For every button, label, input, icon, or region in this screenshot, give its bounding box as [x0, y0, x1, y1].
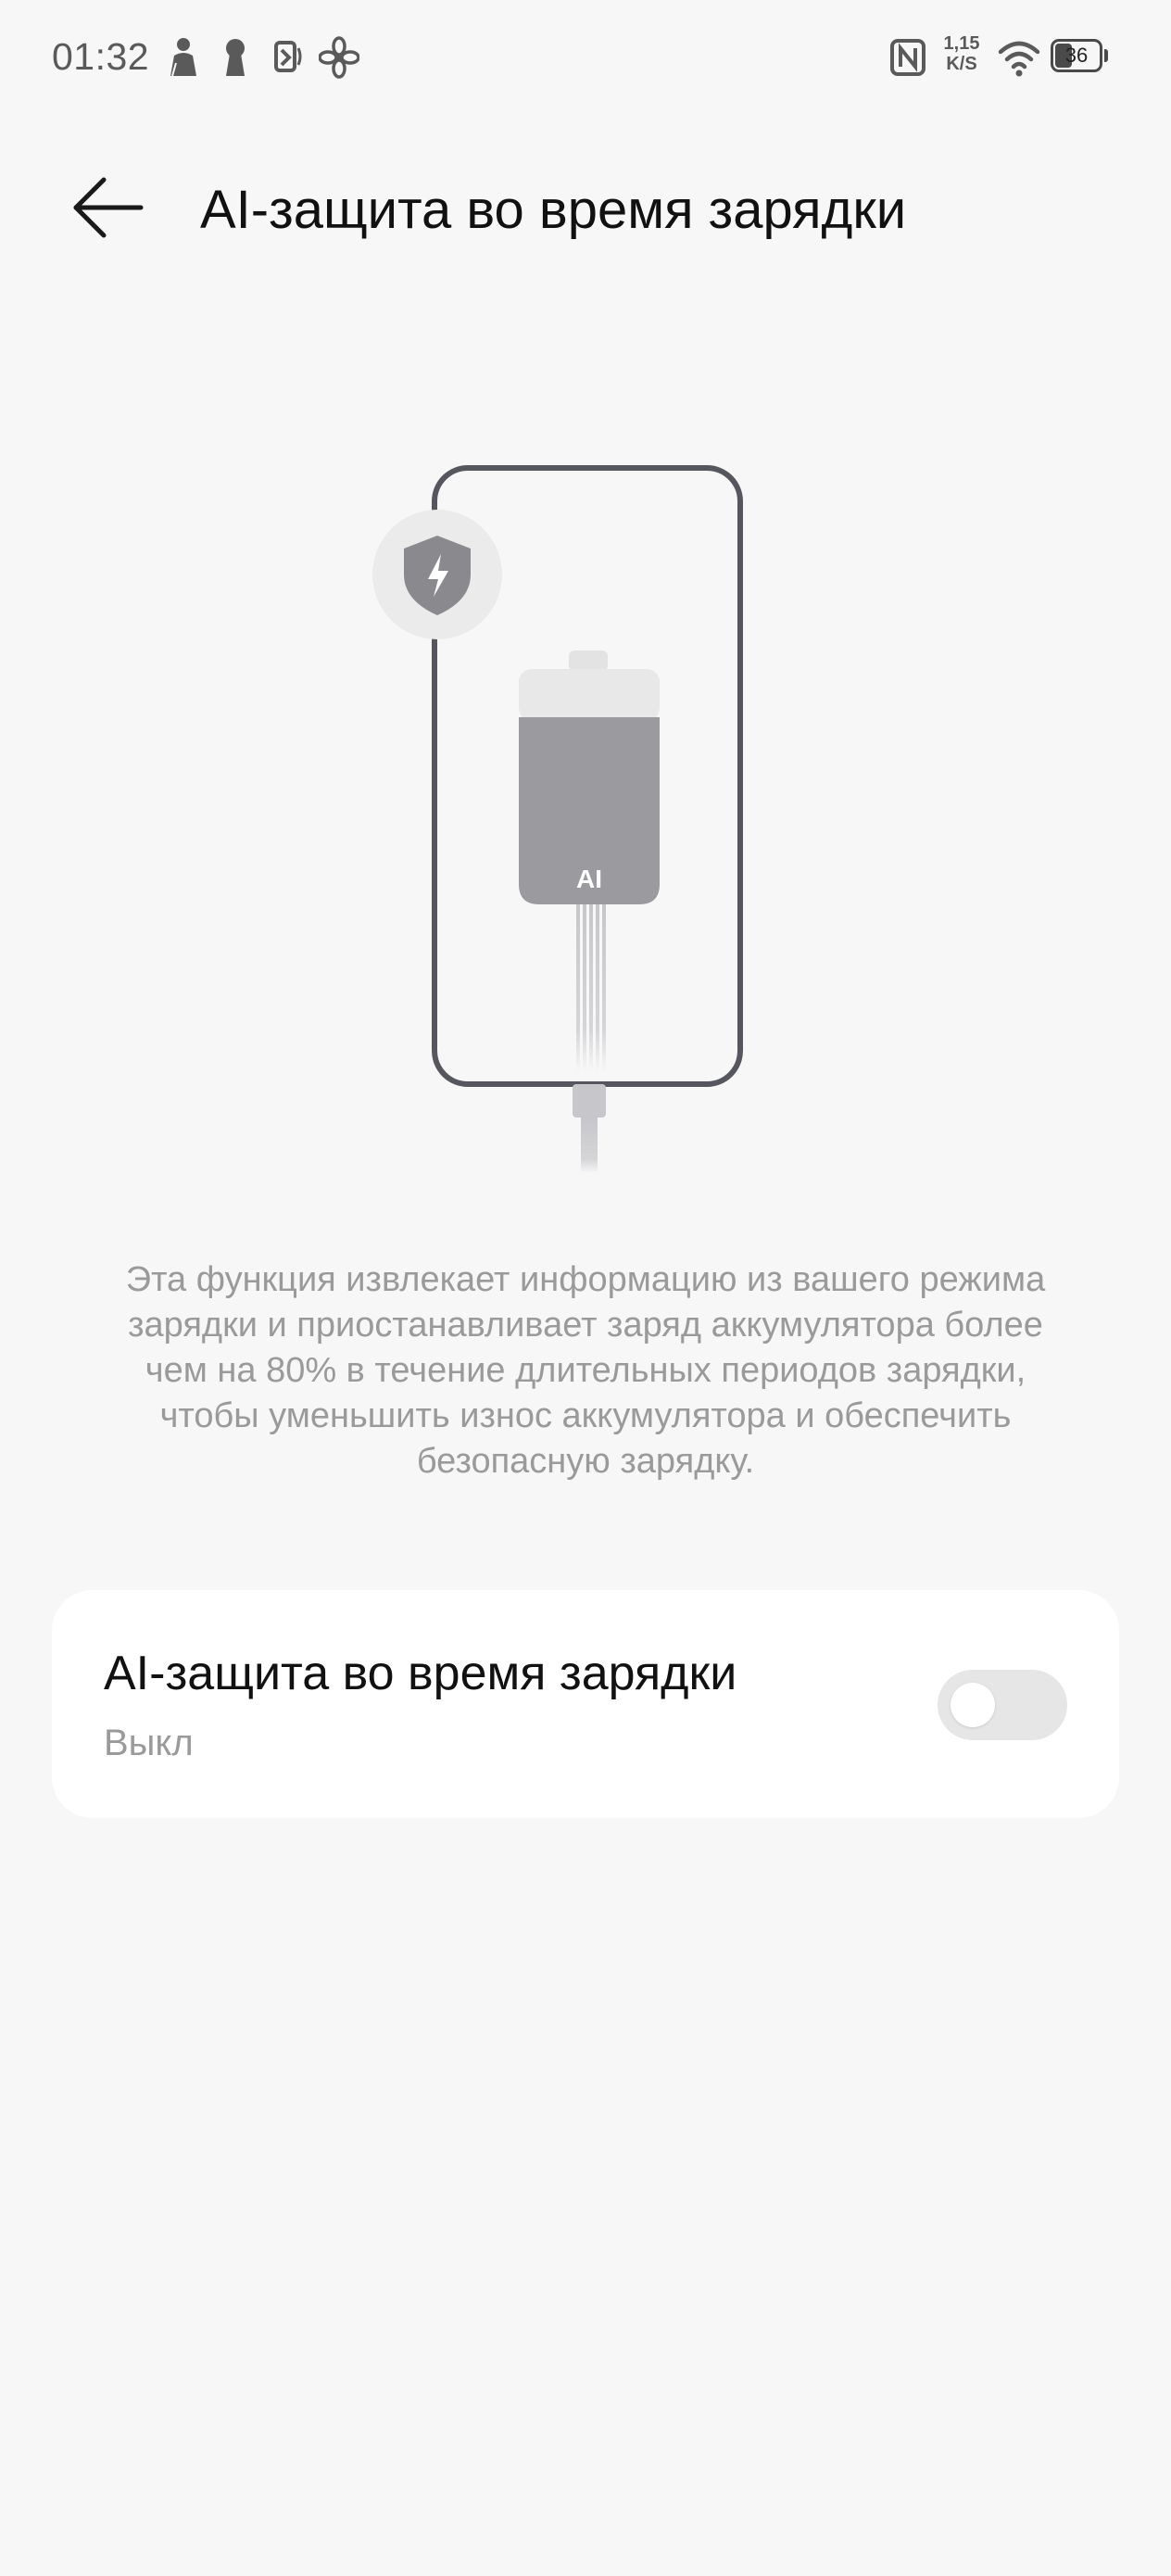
nfc-icon	[890, 39, 925, 76]
back-button[interactable]	[61, 165, 154, 258]
charging-cable	[573, 904, 606, 1173]
status-time: 01:32	[52, 35, 150, 78]
setting-status: Выкл	[104, 1723, 194, 1763]
charging-illustration: AI	[352, 445, 778, 1186]
ai-charging-protection-setting[interactable]: AI-защита во время зарядки Выкл	[52, 1590, 1119, 1818]
status-bar: 01:32 1,15 K/S 36	[0, 0, 1171, 117]
network-speed: 1,15 K/S	[938, 33, 986, 74]
network-speed-value: 1,15	[943, 33, 980, 54]
person-silhouette-icon	[170, 38, 196, 77]
feature-description: Эта функция извлекает информацию из ваше…	[125, 1260, 1046, 1481]
nfc-tag-icon	[274, 41, 302, 72]
toggle-knob	[951, 1683, 995, 1727]
battery-graphic: AI	[519, 650, 660, 904]
fan-icon	[319, 36, 359, 79]
battery-indicator: 36	[1051, 39, 1108, 72]
shield-lightning-icon	[372, 510, 502, 639]
ai-protection-toggle[interactable]	[938, 1670, 1067, 1740]
network-speed-unit: K/S	[946, 54, 977, 74]
phone-charging-illustration: AI	[372, 465, 743, 1173]
keyhole-icon	[226, 39, 245, 76]
battery-ai-label: AI	[576, 865, 602, 893]
page-title: AI-защита во время зарядки	[200, 180, 907, 240]
arrow-left-icon	[73, 177, 144, 238]
setting-title: AI-защита во время зарядки	[104, 1647, 737, 1700]
battery-level: 36	[1064, 44, 1089, 67]
wifi-icon	[998, 41, 1040, 77]
